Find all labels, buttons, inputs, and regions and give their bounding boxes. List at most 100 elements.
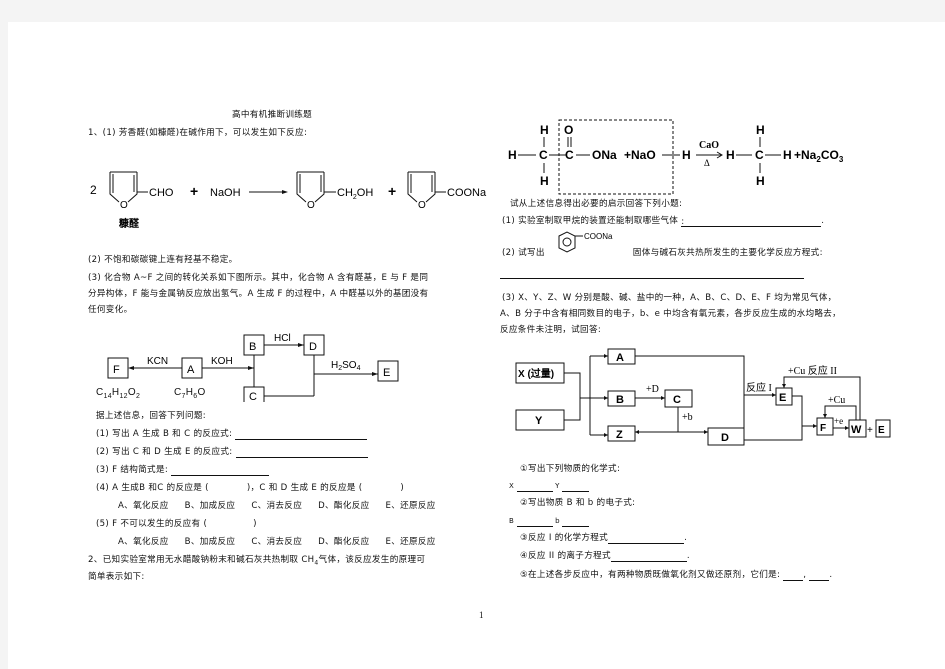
methane-reaction-diagram: H H C H O C ONa +NaO H CaO Δ H H C H H +… xyxy=(508,119,844,195)
q1-note3-line1: (3) 化合物 A~F 之间的转化关系如下图所示。其中，化合物 A 含有醛基，E… xyxy=(88,273,429,283)
svg-text:H: H xyxy=(508,148,517,162)
svg-text:+D: +D xyxy=(646,384,659,395)
formula-A: C7H6O xyxy=(174,387,206,400)
svg-text:+NaO: +NaO xyxy=(624,148,656,162)
option-b: B、加成反应 xyxy=(184,501,236,511)
q3-item-3: ③反应 I 的化学方程式. xyxy=(520,533,688,544)
svg-text:O: O xyxy=(418,200,426,211)
plus-sign-2: + xyxy=(388,183,396,199)
q1-intro: 1、(1) 芳香醛(如糠醛)在碱作用下，可以发生如下反应: xyxy=(88,128,308,138)
svg-text:C: C xyxy=(565,148,574,162)
svg-text:+e: +e xyxy=(834,416,843,426)
q2-answer-blank-2[interactable] xyxy=(500,278,804,279)
page-number: 1 xyxy=(479,610,484,620)
q3-bb-answers: B b xyxy=(509,516,590,527)
option-b: B、加成反应 xyxy=(184,537,236,547)
q4-options: A、氧化反应 B、加成反应 C、消去反应 D、酯化反应 E、还原反应 xyxy=(118,501,436,512)
svg-text:+Cu 反应 II: +Cu 反应 II xyxy=(788,364,837,377)
svg-text:H: H xyxy=(540,174,549,188)
svg-text:F: F xyxy=(113,364,120,376)
option-e: E、还原反应 xyxy=(385,537,436,547)
svg-text:O: O xyxy=(564,123,573,137)
svg-text:H: H xyxy=(726,148,735,162)
q1-prompt: 据上述信息，回答下列问题: xyxy=(96,411,206,421)
svg-text:+: + xyxy=(867,425,873,436)
svg-text:C: C xyxy=(755,148,764,162)
option-c: C、消去反应 xyxy=(251,501,303,511)
answer-blank-x[interactable] xyxy=(516,482,553,492)
svg-text:CaO: CaO xyxy=(699,140,719,151)
svg-text:Z: Z xyxy=(616,429,623,441)
reagent-koh: KOH xyxy=(211,356,233,367)
answer-blank-reaction2[interactable] xyxy=(610,552,687,562)
svg-text:反应 I: 反应 I xyxy=(746,381,772,394)
q3-item-5: ⑤在上述各步反应中，有两种物质既做氧化剂又做还原剂，它们是: , . xyxy=(520,570,833,581)
q1-note3-line2: 分异构体，F 能与金属钠反应放出氢气。A 生成 F 的过程中，A 中醛基以外的基… xyxy=(88,289,429,299)
carboxylate-group: COONa xyxy=(447,187,487,199)
catalyst-arrow: CaO Δ xyxy=(696,140,723,168)
svg-text:E: E xyxy=(383,367,390,379)
q2-intro-line1: 2、已知实验室常用无水醋酸钠粉末和碱石灰共热制取 CH4气体，该反应发生的原理可 xyxy=(88,555,426,567)
svg-text:O: O xyxy=(120,200,128,211)
svg-text:C: C xyxy=(673,394,681,406)
answer-blank-b[interactable] xyxy=(562,517,590,527)
svg-text:D: D xyxy=(309,341,317,353)
option-a: A、氧化反应 xyxy=(118,537,169,547)
q5-options: A、氧化反应 B、加成反应 C、消去反应 D、酯化反应 E、还原反应 xyxy=(118,537,436,548)
page-title: 高中有机推断训练题 xyxy=(232,110,313,120)
svg-text:ONa: ONa xyxy=(592,148,617,162)
q2-answer-blank-1[interactable]: : xyxy=(681,217,822,227)
q1-question-5: (5) F 不可以发生的反应有 () xyxy=(96,519,257,529)
reaction-arrow xyxy=(249,190,288,194)
svg-text:H: H xyxy=(756,174,765,188)
svg-text:H: H xyxy=(756,123,765,137)
a-to-f-scheme: F A B D C E KCN KOH HCl H2SO4 xyxy=(107,333,399,402)
q1-question-3: (3) F 结构简式是: xyxy=(96,465,270,476)
answer-blank-3[interactable] xyxy=(171,466,270,476)
svg-text:B: B xyxy=(249,341,256,353)
answer-blank-1[interactable] xyxy=(235,430,368,440)
q1-question-1: (1) 写出 A 生成 B 和 C 的反应式: xyxy=(96,429,368,440)
svg-text:D: D xyxy=(721,432,729,444)
svg-text:C: C xyxy=(249,391,257,402)
svg-text:+Na2CO3: +Na2CO3 xyxy=(794,148,844,164)
q1-question-2: (2) 写出 C 和 D 生成 E 的反应式: xyxy=(96,447,368,458)
xyzw-flow-scheme: X (过量) Y A B C Z D E F W E + +D +b 反应 I … xyxy=(515,348,891,446)
q1-note2: (2) 不饱和碳碳键上连有羟基不稳定。 xyxy=(88,255,238,265)
svg-text:H: H xyxy=(540,123,549,137)
reagent-h2so4: H2SO4 xyxy=(331,360,361,372)
answer-blank-2[interactable] xyxy=(235,448,368,458)
document-page: 高中有机推断训练题 1、(1) 芳香醛(如糠醛)在碱作用下，可以发生如下反应: … xyxy=(8,22,945,669)
q3-item-4: ④反应 II 的离子方程式. xyxy=(520,551,690,562)
answer-blank-5b[interactable] xyxy=(809,571,830,581)
option-c: C、消去反应 xyxy=(251,537,303,547)
answer-blank-y[interactable] xyxy=(562,482,590,492)
svg-text:W: W xyxy=(851,424,862,436)
hydroxymethyl-group: CH2OH xyxy=(337,187,373,201)
q1-question-4: (4) A 生成B 和C 的反应是 ()，C 和 D 生成 E 的反应是 () xyxy=(96,483,405,493)
q2-intro-line2: 简单表示如下: xyxy=(88,572,145,582)
q3-intro-line1: (3) X、Y、Z、W 分别是酸、碱、盐中的一种，A、B、C、D、E、F 均为常… xyxy=(502,293,837,303)
q3-item-1: ①写出下列物质的化学式: xyxy=(520,464,621,474)
answer-blank-B[interactable] xyxy=(516,517,553,527)
q3-intro-line2: A、B 分子中含有相同数目的电子，b、e 中均含有氧元素，各步反应生成的水均略去… xyxy=(500,309,842,319)
svg-text:H: H xyxy=(682,148,691,162)
q2-sub2: (2) 试写出 固体与碱石灰共热所发生的主要化学反应方程式: xyxy=(502,248,823,258)
svg-text:E: E xyxy=(779,392,786,404)
svg-text:B: B xyxy=(616,394,624,406)
answer-blank-reaction1[interactable] xyxy=(608,534,685,544)
q2-sub1: (1) 实验室制取甲烷的装置还能制取哪些气体 :. xyxy=(502,216,825,227)
option-d: D、酯化反应 xyxy=(318,537,370,547)
q1-note3-line3: 任何变化。 xyxy=(88,305,133,315)
reaction-coefficient: 2 xyxy=(90,183,97,197)
q3-intro-line3: 反应条件未注明，试回答: xyxy=(500,325,602,335)
q3-xy-answers: X Y xyxy=(509,481,590,492)
q2-prompt: 试从上述信息得出必要的启示回答下列小题: xyxy=(510,199,683,209)
svg-text:Y: Y xyxy=(535,415,543,427)
svg-text:H: H xyxy=(783,148,792,162)
answer-blank-5a[interactable] xyxy=(783,571,804,581)
q3-item-2: ②写出物质 B 和 b 的电子式: xyxy=(520,498,636,508)
plus-sign: + xyxy=(190,183,198,199)
aldehyde-group: CHO xyxy=(149,187,174,199)
option-a: A、氧化反应 xyxy=(118,501,169,511)
